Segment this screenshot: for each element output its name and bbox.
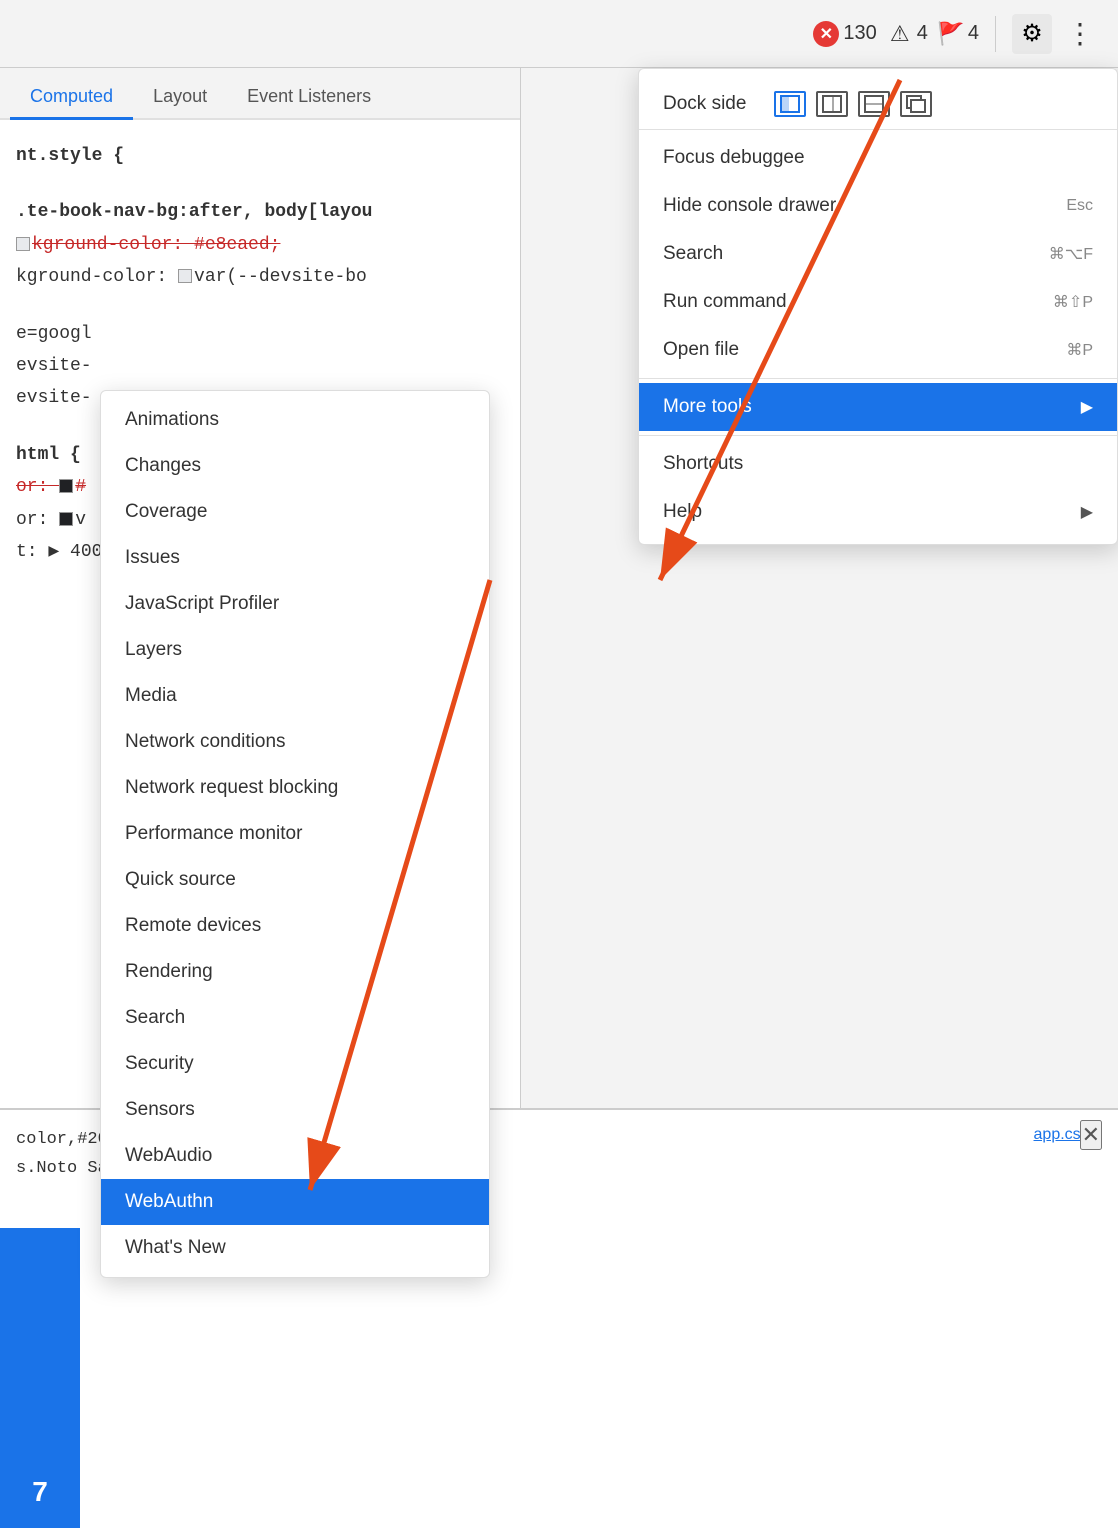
menu-help[interactable]: Help ▶ (639, 488, 1117, 536)
submenu-changes[interactable]: Changes (101, 443, 489, 489)
submenu-animations[interactable]: Animations (101, 397, 489, 443)
submenu-js-profiler[interactable]: JavaScript Profiler (101, 581, 489, 627)
code-line-1: nt.style { (16, 140, 504, 172)
menu-shortcuts[interactable]: Shortcuts (639, 440, 1117, 488)
submenu-layers[interactable]: Layers (101, 627, 489, 673)
submenu-quick-source[interactable]: Quick source (101, 857, 489, 903)
menu-open-file[interactable]: Open file ⌘P (639, 326, 1117, 374)
code-line-2: .te-book-nav-bg:after, body[layou (16, 196, 504, 228)
submenu-sensors[interactable]: Sensors (101, 1087, 489, 1133)
menu-focus-debuggee[interactable]: Focus debuggee (639, 134, 1117, 182)
blue-banner-number: 7 (32, 1476, 48, 1508)
menu-hide-console[interactable]: Hide console drawer Esc (639, 182, 1117, 230)
warning-icon: ⚠ (887, 21, 913, 47)
dots-icon: ⋮ (1066, 18, 1094, 49)
dock-side-header: Dock side (639, 77, 1117, 125)
warning-count: 4 (917, 22, 928, 45)
menu-run-command[interactable]: Run command ⌘⇧P (639, 278, 1117, 326)
menu-divider-1 (639, 129, 1117, 130)
submenu-network-request-blocking[interactable]: Network request blocking (101, 765, 489, 811)
submenu-security[interactable]: Security (101, 1041, 489, 1087)
info-icon: 🚩 (938, 21, 964, 47)
dock-undock-icon[interactable] (900, 91, 932, 117)
submenu-search[interactable]: Search (101, 995, 489, 1041)
settings-button[interactable]: ⚙ (1012, 14, 1052, 54)
submenu-whats-new[interactable]: What's New (101, 1225, 489, 1271)
warning-badge: ⚠ 4 (887, 21, 928, 47)
submenu-media[interactable]: Media (101, 673, 489, 719)
submenu-performance-monitor[interactable]: Performance monitor (101, 811, 489, 857)
more-options-button[interactable]: ⋮ (1062, 13, 1098, 54)
submenu-coverage[interactable]: Coverage (101, 489, 489, 535)
dock-left-icon[interactable] (774, 91, 806, 117)
dock-undock-svg (906, 95, 926, 113)
toolbar-divider (995, 16, 996, 52)
help-arrow: ▶ (1081, 502, 1093, 522)
submenu-webauthn[interactable]: WebAuthn (101, 1179, 489, 1225)
top-toolbar: ✕ 130 ⚠ 4 🚩 4 ⚙ ⋮ (0, 0, 1118, 68)
dock-bottom-svg (864, 95, 884, 113)
dock-icons (774, 91, 932, 117)
submenu-webaudio[interactable]: WebAudio (101, 1133, 489, 1179)
error-icon: ✕ (813, 21, 839, 47)
blue-banner: 7 (0, 1228, 80, 1528)
tab-layout[interactable]: Layout (133, 76, 227, 120)
dock-side-label: Dock side (663, 93, 746, 115)
menu-divider-2 (639, 378, 1117, 379)
error-count: 130 (843, 22, 876, 45)
toolbar-badges: ✕ 130 ⚠ 4 🚩 4 ⚙ ⋮ (813, 13, 1098, 54)
info-count: 4 (968, 22, 979, 45)
menu-more-tools[interactable]: More tools ▶ (639, 383, 1117, 431)
submenu-rendering[interactable]: Rendering (101, 949, 489, 995)
dock-bottom-icon[interactable] (858, 91, 890, 117)
code-line-4: kground-color: var(--devsite-bo (16, 261, 504, 293)
dock-right-svg (822, 95, 842, 113)
more-tools-arrow: ▶ (1081, 397, 1093, 417)
menu-shortcut-hide: Esc (1066, 197, 1093, 215)
tab-event-listeners[interactable]: Event Listeners (227, 76, 391, 120)
dock-right-icon[interactable] (816, 91, 848, 117)
dock-left-svg (780, 95, 800, 113)
more-tools-submenu: Animations Changes Coverage Issues JavaS… (100, 390, 490, 1278)
code-line-5: e=googl (16, 318, 504, 350)
submenu-remote-devices[interactable]: Remote devices (101, 903, 489, 949)
tab-computed[interactable]: Computed (10, 76, 133, 120)
code-line-3: kground-color: #e8eaed; (16, 229, 504, 261)
menu-search[interactable]: Search ⌘⌥F (639, 230, 1117, 278)
submenu-issues[interactable]: Issues (101, 535, 489, 581)
menu-shortcut-search: ⌘⌥F (1049, 244, 1093, 264)
submenu-network-conditions[interactable]: Network conditions (101, 719, 489, 765)
main-menu: Dock side (638, 68, 1118, 545)
info-badge: 🚩 4 (938, 21, 979, 47)
code-line-6: evsite- (16, 350, 504, 382)
error-badge: ✕ 130 (813, 21, 876, 47)
menu-shortcut-open: ⌘P (1066, 340, 1093, 360)
menu-divider-3 (639, 435, 1117, 436)
gear-icon: ⚙ (1021, 19, 1043, 48)
menu-shortcut-run: ⌘⇧P (1053, 292, 1093, 312)
bottom-close-button[interactable]: ✕ (1080, 1120, 1102, 1150)
